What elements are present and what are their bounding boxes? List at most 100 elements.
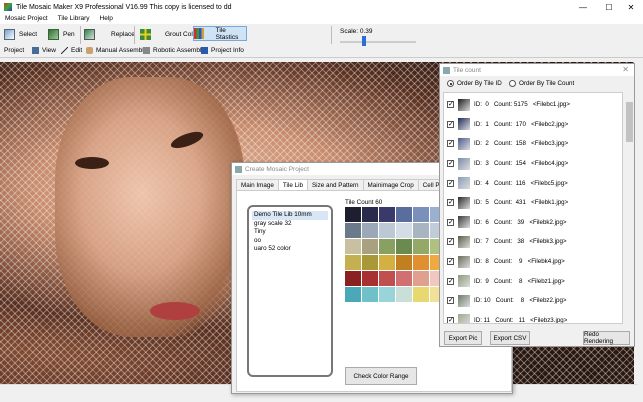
tile-swatch[interactable] xyxy=(379,207,395,222)
view-button[interactable]: View xyxy=(32,45,56,55)
list-item[interactable]: Demo Tile Lib 10mm xyxy=(252,211,328,220)
tab-tile-lib[interactable]: Tile Lib xyxy=(277,179,308,190)
order-by-count-option[interactable]: Order By Tile Count xyxy=(509,80,574,87)
mosaic-eye xyxy=(75,157,109,169)
tile-count-row[interactable]: ID: 9 Count: 8 <Filebz1.jpg> xyxy=(444,271,622,291)
tile-swatch[interactable] xyxy=(379,271,395,286)
tile-count-row[interactable]: ID: 11 Count: 11 <Filebz3.jpg> xyxy=(444,311,622,323)
tab-main-image[interactable]: Main Image xyxy=(236,179,279,190)
row-checkbox[interactable] xyxy=(447,316,454,323)
tile-count-row[interactable]: ID: 5 Count: 431 <Filebk1.jpg> xyxy=(444,193,622,213)
tile-swatch[interactable] xyxy=(362,255,378,270)
tile-count-row[interactable]: ID: 8 Count: 9 <Filebk4.jpg> xyxy=(444,252,622,272)
maximize-button[interactable]: ☐ xyxy=(597,0,621,14)
tile-swatch[interactable] xyxy=(413,223,429,238)
list-item[interactable]: oo xyxy=(252,237,328,246)
row-checkbox[interactable] xyxy=(447,296,454,305)
list-item[interactable]: Tiny xyxy=(252,228,328,237)
row-checkbox[interactable] xyxy=(447,257,454,266)
robotic-assemble-button[interactable]: Robotic Assemble xyxy=(143,45,205,55)
tile-count-row[interactable]: ID: 2 Count: 158 <Filebc3.jpg> xyxy=(444,134,622,154)
tab-mainimage-crop[interactable]: Mainimage Crop xyxy=(362,179,419,190)
row-checkbox[interactable] xyxy=(447,100,454,109)
tile-swatch[interactable] xyxy=(413,239,429,254)
manual-assemble-label: Manual Assemble xyxy=(96,46,148,54)
row-checkbox[interactable] xyxy=(447,218,454,226)
list-item[interactable]: uaro 52 color xyxy=(252,245,328,254)
menu-tile-library[interactable]: Tile Library xyxy=(53,14,95,24)
tile-swatch[interactable] xyxy=(396,287,412,302)
pen-button[interactable]: Pen xyxy=(48,27,75,42)
tile-swatch[interactable] xyxy=(345,239,361,254)
tile-swatch[interactable] xyxy=(379,287,395,302)
tile-swatch[interactable] xyxy=(396,255,412,270)
tile-swatch[interactable] xyxy=(345,271,361,286)
order-by-id-option[interactable]: Order By Tile ID xyxy=(447,80,502,87)
tile-swatch[interactable] xyxy=(362,207,378,222)
tile-count-row[interactable]: ID: 3 Count: 154 <Filebc4.jpg> xyxy=(444,154,622,174)
row-checkbox[interactable] xyxy=(447,179,454,187)
minimize-button[interactable]: — xyxy=(571,0,595,14)
tile-count-row[interactable]: ID: 0 Count: 5175 <Filebc1.jpg> xyxy=(444,95,622,115)
tile-swatch[interactable] xyxy=(345,223,361,238)
menu-help[interactable]: Help xyxy=(95,14,118,24)
scale-slider-thumb[interactable] xyxy=(362,36,366,46)
tab-size-and-pattern[interactable]: Size and Pattern xyxy=(306,179,364,190)
menu-mosaic-project[interactable]: Mosaic Project xyxy=(0,14,53,24)
row-checkbox[interactable] xyxy=(447,120,454,128)
export-pic-button[interactable]: Export Pic xyxy=(444,331,482,345)
replace-button[interactable]: Replace xyxy=(84,27,135,42)
radio-button[interactable] xyxy=(447,80,454,87)
list-item[interactable]: gray scale 32 xyxy=(252,220,328,229)
radio-button[interactable] xyxy=(509,80,516,87)
tile-swatch[interactable] xyxy=(396,271,412,286)
tile-swatch[interactable] xyxy=(362,223,378,238)
tile-swatch[interactable] xyxy=(362,287,378,302)
scale-slider-track[interactable] xyxy=(340,41,416,43)
row-checkbox[interactable] xyxy=(447,237,454,246)
tile-swatch[interactable] xyxy=(345,255,361,270)
check-color-range-button[interactable]: Check Color Range xyxy=(345,367,417,385)
select-button[interactable]: Select xyxy=(4,27,37,42)
canvas-vertical-scrollbar[interactable] xyxy=(634,62,643,384)
manual-assemble-button[interactable]: Manual Assemble xyxy=(86,45,147,55)
tile-count-scrollbar-thumb[interactable] xyxy=(626,102,633,142)
edit-button[interactable]: Edit xyxy=(61,45,82,55)
close-button[interactable]: ✕ xyxy=(619,0,643,14)
tile-count-row[interactable]: ID: 4 Count: 116 <Filebc5.jpg> xyxy=(444,173,622,193)
tile-count-row[interactable]: ID: 6 Count: 39 <Filebk2.jpg> xyxy=(444,213,622,233)
tile-swatch[interactable] xyxy=(413,271,429,286)
tile-swatch[interactable] xyxy=(413,287,429,302)
tile-statistics-button[interactable]: Tile Stastics xyxy=(193,26,247,41)
tile-swatch[interactable] xyxy=(379,239,395,254)
row-checkbox[interactable] xyxy=(447,159,454,168)
export-csv-button[interactable]: Export CSV xyxy=(490,331,530,345)
tile-swatch[interactable] xyxy=(345,207,361,222)
tile-swatch[interactable] xyxy=(413,207,429,222)
order-by-id-label: Order By Tile ID xyxy=(457,80,502,87)
tile-swatch[interactable] xyxy=(396,223,412,238)
tile-swatch[interactable] xyxy=(345,287,361,302)
row-checkbox[interactable] xyxy=(447,139,454,148)
project-info-button[interactable]: Project Info xyxy=(201,45,244,55)
tile-swatch[interactable] xyxy=(362,271,378,286)
tile-count-row[interactable]: ID: 7 Count: 38 <Filebk3.jpg> xyxy=(444,232,622,252)
close-icon[interactable]: ✕ xyxy=(622,65,629,74)
tile-swatch[interactable] xyxy=(379,223,395,238)
row-checkbox[interactable] xyxy=(447,277,454,285)
tile-count-row[interactable]: ID: 1 Count: 170 <Filebc2.jpg> xyxy=(444,115,622,135)
tile-swatch[interactable] xyxy=(396,207,412,222)
tile-library-list[interactable]: Demo Tile Lib 10mm gray scale 32 Tiny oo… xyxy=(247,205,333,377)
tile-swatch[interactable] xyxy=(396,239,412,254)
tile-swatch[interactable] xyxy=(379,255,395,270)
mosaic-mouth xyxy=(150,302,200,320)
grout-color-button[interactable]: Grout Color xyxy=(140,27,199,42)
tile-count-list[interactable]: ID: 0 Count: 5175 <Filebc1.jpg> ID: 1 Cou… xyxy=(443,92,623,324)
project-button[interactable]: Project xyxy=(4,45,24,55)
tile-swatch[interactable] xyxy=(362,239,378,254)
redo-rendering-button[interactable]: Redo Rendering xyxy=(583,331,630,345)
tile-swatch[interactable] xyxy=(413,255,429,270)
select-icon xyxy=(4,29,15,40)
row-checkbox[interactable] xyxy=(447,198,454,207)
tile-count-row[interactable]: ID: 10 Count: 8 <Filebz2.jpg> xyxy=(444,291,622,311)
